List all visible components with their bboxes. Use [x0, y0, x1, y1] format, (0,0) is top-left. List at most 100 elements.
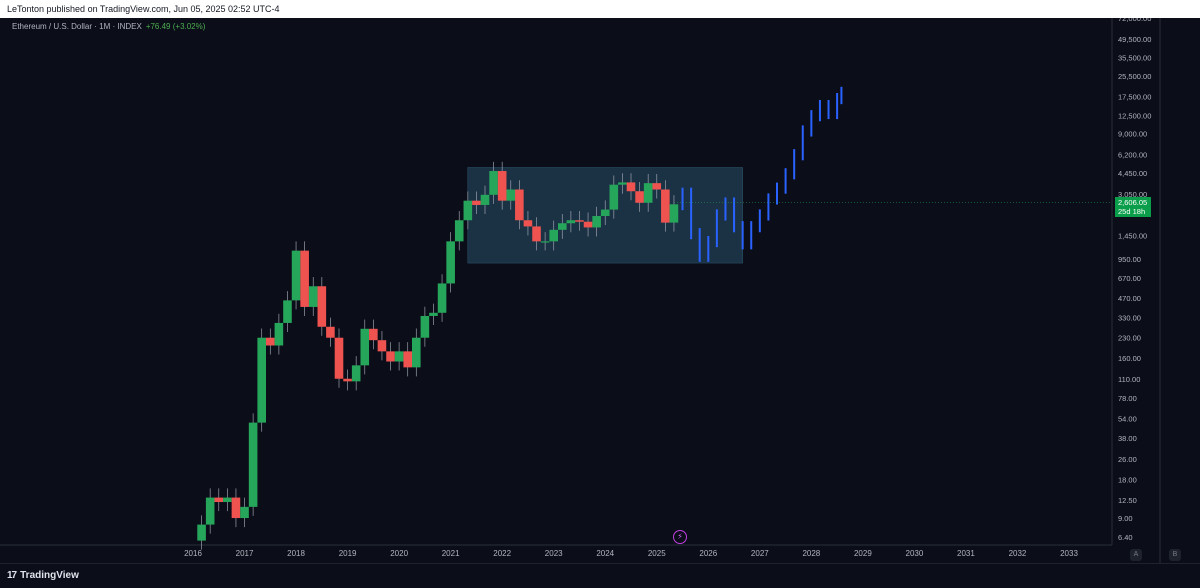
candle-body	[223, 497, 232, 503]
candle-body	[583, 221, 593, 228]
y-tick-label: 18.00	[1118, 475, 1137, 484]
chart-area[interactable]: 6.40 9.00 12.50 18.00 26.00 38.00 54.00 78.00 11…	[0, 18, 1200, 563]
y-tick-label: 9.00	[1118, 514, 1133, 523]
x-tick-label: 2021	[442, 549, 460, 558]
x-tick-label: 2020	[390, 549, 408, 558]
candle-body	[437, 283, 447, 313]
y-tick-label: 470.00	[1118, 294, 1141, 303]
candle-body	[618, 182, 627, 185]
y-tick-label: 160.00	[1118, 354, 1141, 363]
x-tick-label: 2023	[545, 549, 563, 558]
candle-body	[248, 422, 258, 507]
x-tick-label: 2031	[957, 549, 975, 558]
x-tick-label: 2019	[339, 549, 357, 558]
candle-body	[609, 184, 619, 210]
y-tick-label: 670.00	[1118, 274, 1141, 283]
y-tick-label: 49,500.00	[1118, 35, 1151, 44]
brand-name: TradingView	[20, 570, 79, 581]
x-tick-label: 2016	[184, 549, 202, 558]
publish-header: LeTonton published on TradingView.com, J…	[0, 0, 1200, 18]
x-tick-label: 2024	[596, 549, 614, 558]
candle-body	[575, 220, 584, 222]
last-price: 2,606.05	[1118, 197, 1148, 207]
candle-body	[532, 226, 541, 242]
y-tick-label: 78.00	[1118, 394, 1137, 403]
candle-body	[652, 183, 662, 190]
candle-body	[308, 286, 318, 307]
x-tick-label: 2028	[802, 549, 820, 558]
y-tick-label: 1,450.00	[1118, 231, 1147, 240]
candle-body	[497, 171, 507, 201]
candle-body	[463, 200, 473, 221]
symbol-title: Ethereum / U.S. Dollar · 1M · INDEX	[12, 22, 142, 31]
y-tick-label: 12.50	[1118, 496, 1137, 505]
y-tick-label: 6,200.00	[1118, 150, 1147, 159]
price-chart[interactable]: 6.40 9.00 12.50 18.00 26.00 38.00 54.00 78.00 11…	[0, 18, 1200, 563]
tradingview-logo-icon: 17	[7, 570, 17, 581]
candle-body	[343, 378, 352, 382]
log-scale-button[interactable]: B	[1169, 549, 1181, 561]
candle-body	[480, 194, 490, 205]
candle-body	[326, 326, 335, 338]
candle-body	[394, 351, 404, 362]
y-tick-label: 72,000.00	[1118, 18, 1151, 23]
candle-body	[446, 241, 455, 284]
y-tick-label: 9,000.00	[1118, 130, 1147, 139]
x-tick-label: 2025	[648, 549, 666, 558]
candle-body	[412, 337, 421, 368]
candle-body	[377, 340, 387, 352]
candle-body	[266, 337, 275, 346]
y-tick-label: 26.00	[1118, 455, 1137, 464]
lightning-icon[interactable]: ⚡	[673, 530, 687, 544]
candle-body	[549, 229, 558, 242]
candle-body	[283, 300, 292, 323]
candle-body	[420, 315, 430, 338]
x-tick-label: 2030	[906, 549, 924, 558]
x-tick-label: 2022	[493, 549, 511, 558]
candle-body	[558, 223, 567, 230]
tradingview-logo: 17 TradingView	[7, 570, 79, 581]
candle-body	[403, 351, 412, 368]
candle-body	[257, 337, 266, 423]
y-tick-label: 54.00	[1118, 414, 1137, 423]
x-tick-label: 2029	[854, 549, 872, 558]
last-price-tag: 2,606.05 25d 18h	[1115, 196, 1151, 217]
auto-scale-button[interactable]: A	[1130, 549, 1142, 561]
y-tick-label: 17,500.00	[1118, 93, 1151, 102]
x-tick-label: 2032	[1009, 549, 1027, 558]
candle-body	[661, 189, 670, 223]
candle-body	[369, 328, 378, 341]
candle-body	[205, 497, 215, 525]
candle-body	[515, 189, 524, 221]
y-tick-label: 38.00	[1118, 434, 1137, 443]
y-tick-label: 230.00	[1118, 334, 1141, 343]
footer-bar: 17 TradingView	[0, 563, 1200, 588]
price-change: +76.49 (+3.02%)	[145, 22, 206, 31]
candle-body	[274, 322, 284, 346]
candle-body	[317, 286, 327, 327]
candle-body	[351, 365, 361, 382]
candle-body	[240, 506, 249, 519]
candle-body	[472, 200, 481, 205]
x-tick-label: 2017	[236, 549, 254, 558]
candle-body	[626, 182, 636, 192]
x-tick-label: 2018	[287, 549, 305, 558]
y-tick-label: 6.40	[1118, 533, 1133, 542]
candle-body	[454, 220, 464, 242]
candle-body	[600, 209, 610, 217]
y-tick-label: 4,450.00	[1118, 169, 1147, 178]
candle-body	[566, 220, 576, 224]
y-tick-label: 110.00	[1118, 375, 1140, 384]
candle-body	[214, 497, 224, 503]
candle-body	[669, 204, 679, 223]
candle-body	[540, 241, 550, 243]
candle-body	[231, 497, 241, 519]
candle-body	[300, 250, 309, 307]
symbol-legend: Ethereum / U.S. Dollar · 1M · INDEX +76.4…	[12, 22, 205, 31]
candle-body	[635, 191, 644, 203]
y-tick-label: 35,500.00	[1118, 53, 1151, 62]
y-tick-label: 950.00	[1118, 255, 1141, 264]
candle-body	[429, 312, 438, 316]
candle-body	[643, 183, 653, 203]
x-tick-label: 2033	[1060, 549, 1078, 558]
